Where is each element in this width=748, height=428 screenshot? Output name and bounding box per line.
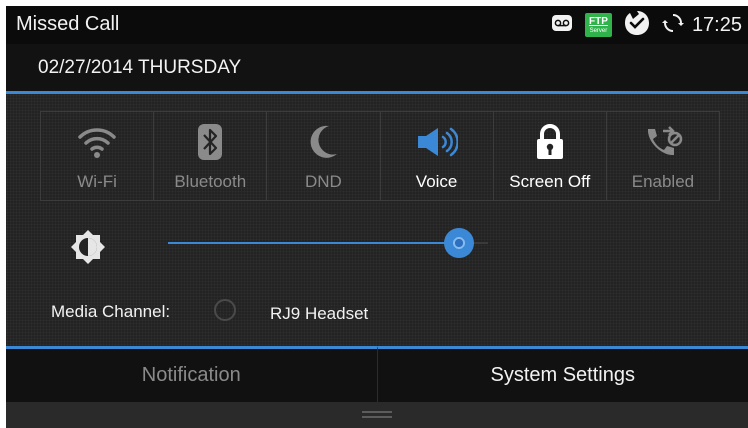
- tab-notification[interactable]: Notification: [6, 346, 378, 402]
- media-channel-radio[interactable]: [214, 299, 236, 321]
- status-bar: Missed Call FTP Server 17:25: [6, 6, 748, 44]
- status-time: 17:25: [691, 13, 742, 36]
- ftp-server-icon: FTP Server: [584, 13, 612, 37]
- call-forward-icon: [642, 122, 684, 162]
- quick-toggles: Wi-Fi Bluetooth DND Voice Screen Off Ena…: [40, 111, 720, 201]
- handle-line: [362, 416, 392, 418]
- toggle-label: Bluetooth: [174, 172, 247, 191]
- date-text: 02/27/2014 THURSDAY: [38, 57, 242, 78]
- speaker-icon: [416, 122, 458, 162]
- lock-icon: [534, 122, 566, 162]
- sync-icon: [661, 12, 684, 39]
- status-title: Missed Call: [16, 13, 120, 35]
- bottom-tabs: Notification System Settings: [6, 346, 748, 402]
- media-channel-value: RJ9 Headset: [270, 304, 369, 323]
- slider-thumb[interactable]: [444, 228, 474, 258]
- status-icons: FTP Server 17:25: [539, 10, 742, 41]
- date-bar: 02/27/2014 THURSDAY: [6, 44, 748, 94]
- moon-icon: [307, 122, 339, 162]
- brightness-icon: [70, 229, 106, 270]
- toggle-screen-off[interactable]: Screen Off: [494, 112, 607, 200]
- toggle-dnd[interactable]: DND: [267, 112, 381, 200]
- brightness-slider[interactable]: [168, 228, 488, 258]
- toggle-bluetooth[interactable]: Bluetooth: [154, 112, 268, 200]
- drag-handle[interactable]: [6, 402, 748, 428]
- ftp-badge-main: FTP: [588, 15, 608, 27]
- toggle-label: Enabled: [631, 172, 695, 191]
- voicemail-icon: [551, 14, 573, 37]
- toggle-label: Voice: [415, 172, 458, 191]
- handle-line: [362, 411, 392, 413]
- ftp-badge-sub: Server: [589, 27, 608, 34]
- phone-screen: Missed Call FTP Server 17:25 02/27/2014 …: [6, 6, 748, 428]
- toggle-wifi[interactable]: Wi-Fi: [41, 112, 155, 200]
- slider-fill: [168, 242, 459, 244]
- toggle-label: Wi-Fi: [77, 172, 117, 191]
- toggle-label: Screen Off: [509, 172, 591, 191]
- toggle-label: DND: [305, 172, 342, 191]
- media-channel-label: Media Channel:: [51, 302, 171, 321]
- check-badge-icon: [624, 10, 650, 41]
- bluetooth-icon: [197, 122, 223, 162]
- toggle-voice[interactable]: Voice: [381, 112, 494, 200]
- tab-system-settings[interactable]: System Settings: [377, 346, 748, 402]
- wifi-icon: [77, 122, 117, 162]
- toggle-call-forward[interactable]: Enabled: [607, 112, 719, 200]
